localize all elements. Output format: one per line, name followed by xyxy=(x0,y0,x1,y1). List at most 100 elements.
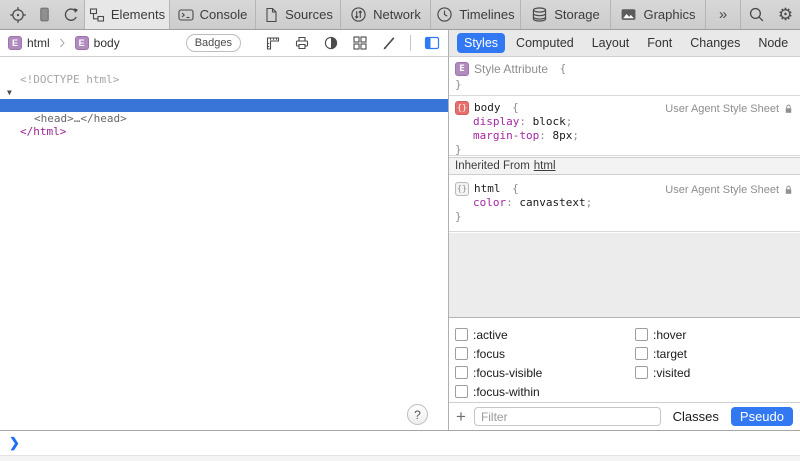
tab-label: Sources xyxy=(285,7,333,22)
console-prompt-chevron-icon: ❯ xyxy=(9,435,20,451)
database-icon xyxy=(531,6,548,23)
dom-node-html[interactable]: ▼ <html lang="en"> xyxy=(0,73,448,86)
contrast-icon[interactable] xyxy=(323,35,339,51)
pseudo-checkbox-hover[interactable]: :hover xyxy=(635,325,686,344)
device-icon[interactable] xyxy=(36,6,53,23)
inherited-from-header: Inherited From html xyxy=(449,157,800,175)
clock-icon xyxy=(436,6,453,23)
reload-icon[interactable] xyxy=(62,6,80,24)
network-arrows-icon xyxy=(350,6,367,23)
pseudo-class-section: :active :focus :focus-visible :focus-wit… xyxy=(449,319,800,402)
css-property[interactable]: margin-top: 8px; xyxy=(473,129,579,143)
body-rule-section: {} body { User Agent Style Sheet display… xyxy=(449,97,800,156)
element-picker-icon[interactable] xyxy=(9,6,27,24)
pseudo-checkbox-target[interactable]: :target xyxy=(635,344,687,363)
dom-node-head[interactable]: ▶ <head>…</head> xyxy=(0,86,448,99)
filter-input[interactable] xyxy=(474,407,661,426)
bottom-strip xyxy=(0,455,800,461)
tab-network[interactable]: Network xyxy=(341,0,431,29)
tab-label: Elements xyxy=(111,7,165,22)
checkbox[interactable] xyxy=(635,328,648,341)
settings-button[interactable]: ⚙ xyxy=(771,0,800,29)
tab-styles[interactable]: Styles xyxy=(457,33,505,53)
tab-layout[interactable]: Layout xyxy=(585,33,637,53)
html-rule-section: {} html { User Agent Style Sheet color: … xyxy=(449,176,800,232)
checkbox[interactable] xyxy=(455,347,468,360)
image-icon xyxy=(620,6,637,23)
breadcrumb-item-body[interactable]: body xyxy=(94,36,120,50)
rule-selector[interactable]: body xyxy=(474,101,501,115)
pseudo-checkbox-active[interactable]: :active xyxy=(455,325,508,344)
css-rule-icon: {} xyxy=(455,101,469,115)
lock-icon xyxy=(783,103,794,115)
sidebar-toggle-icon[interactable] xyxy=(424,35,440,51)
pseudo-button[interactable]: Pseudo xyxy=(731,407,793,426)
document-icon xyxy=(263,7,279,23)
styles-panel: E Style Attribute { } {} body { User Age… xyxy=(449,57,800,430)
rule-selector[interactable]: html xyxy=(474,182,501,196)
tab-changes[interactable]: Changes xyxy=(683,33,747,53)
brush-icon[interactable] xyxy=(381,35,397,51)
tab-font[interactable]: Font xyxy=(640,33,679,53)
search-icon xyxy=(748,6,765,23)
tab-label: Graphics xyxy=(643,7,695,22)
tab-node[interactable]: Node xyxy=(751,33,795,53)
tab-label: Console xyxy=(200,7,248,22)
classes-button[interactable]: Classes xyxy=(669,407,723,426)
console-prompt-icon xyxy=(178,7,194,23)
inherited-node-link[interactable]: html xyxy=(534,160,556,172)
stylesheet-origin: User Agent Style Sheet xyxy=(665,184,779,196)
pseudo-checkbox-visited[interactable]: :visited xyxy=(635,363,690,382)
pseudo-checkbox-focus-within[interactable]: :focus-within xyxy=(455,382,540,401)
breadcrumb-bar: E html E body Badges xyxy=(0,30,448,57)
dom-node-html-close[interactable]: </html> xyxy=(0,112,448,125)
checkbox[interactable] xyxy=(635,347,648,360)
checkbox[interactable] xyxy=(455,328,468,341)
checkbox[interactable] xyxy=(455,385,468,398)
pseudo-checkbox-focus[interactable]: :focus xyxy=(455,344,505,363)
css-property[interactable]: color: canvastext; xyxy=(473,196,592,210)
lock-icon xyxy=(783,184,794,196)
checkbox[interactable] xyxy=(455,366,468,379)
tab-console[interactable]: Console xyxy=(170,0,256,29)
tab-graphics[interactable]: Graphics xyxy=(611,0,706,29)
divider xyxy=(410,35,411,51)
element-badge: E xyxy=(75,36,89,50)
help-button[interactable]: ? xyxy=(407,404,428,425)
tab-label: Network xyxy=(373,7,421,22)
tab-sources[interactable]: Sources xyxy=(256,0,341,29)
element-badge: E xyxy=(455,62,469,76)
stylesheet-origin: User Agent Style Sheet xyxy=(665,103,779,115)
style-attribute-section: E Style Attribute { } xyxy=(449,57,800,96)
css-rule-icon: {} xyxy=(455,182,469,196)
badges-button[interactable]: Badges xyxy=(186,34,241,52)
tab-computed[interactable]: Computed xyxy=(509,33,581,53)
grid-icon[interactable] xyxy=(352,35,368,51)
tab-elements[interactable]: Elements xyxy=(84,0,170,29)
printer-icon[interactable] xyxy=(294,35,310,51)
quick-console-bar[interactable]: ❯ xyxy=(0,430,800,455)
tab-timelines[interactable]: Timelines xyxy=(431,0,521,29)
dom-node-body-selected[interactable]: ▶ <body>…</body> = $0 xyxy=(0,99,448,112)
css-property[interactable]: display: block; xyxy=(473,115,572,129)
rule-selector[interactable]: Style Attribute xyxy=(474,62,548,76)
pseudo-checkbox-focus-visible[interactable]: :focus-visible xyxy=(455,363,542,382)
main-toolbar: Elements Console Sources Network xyxy=(0,0,800,30)
styles-footer: + Classes Pseudo xyxy=(449,402,800,430)
breadcrumb-chevron-icon xyxy=(59,36,66,50)
ruler-icon[interactable] xyxy=(265,35,281,51)
search-button[interactable] xyxy=(741,0,771,29)
tab-label: Timelines xyxy=(459,7,514,22)
dom-node-doctype[interactable]: <!DOCTYPE html> xyxy=(0,60,448,73)
breadcrumb: E html E body xyxy=(8,36,120,50)
more-tabs-button[interactable]: » xyxy=(706,0,741,29)
empty-area xyxy=(449,233,800,318)
elements-hierarchy-icon xyxy=(89,7,105,23)
dom-tree-panel: <!DOCTYPE html> ▼ <html lang="en"> ▶ <he… xyxy=(0,57,448,430)
breadcrumb-item-html[interactable]: html xyxy=(27,36,50,50)
add-rule-button[interactable]: + xyxy=(456,407,466,427)
gear-icon: ⚙ xyxy=(778,6,793,23)
element-badge: E xyxy=(8,36,22,50)
checkbox[interactable] xyxy=(635,366,648,379)
tab-storage[interactable]: Storage xyxy=(521,0,611,29)
